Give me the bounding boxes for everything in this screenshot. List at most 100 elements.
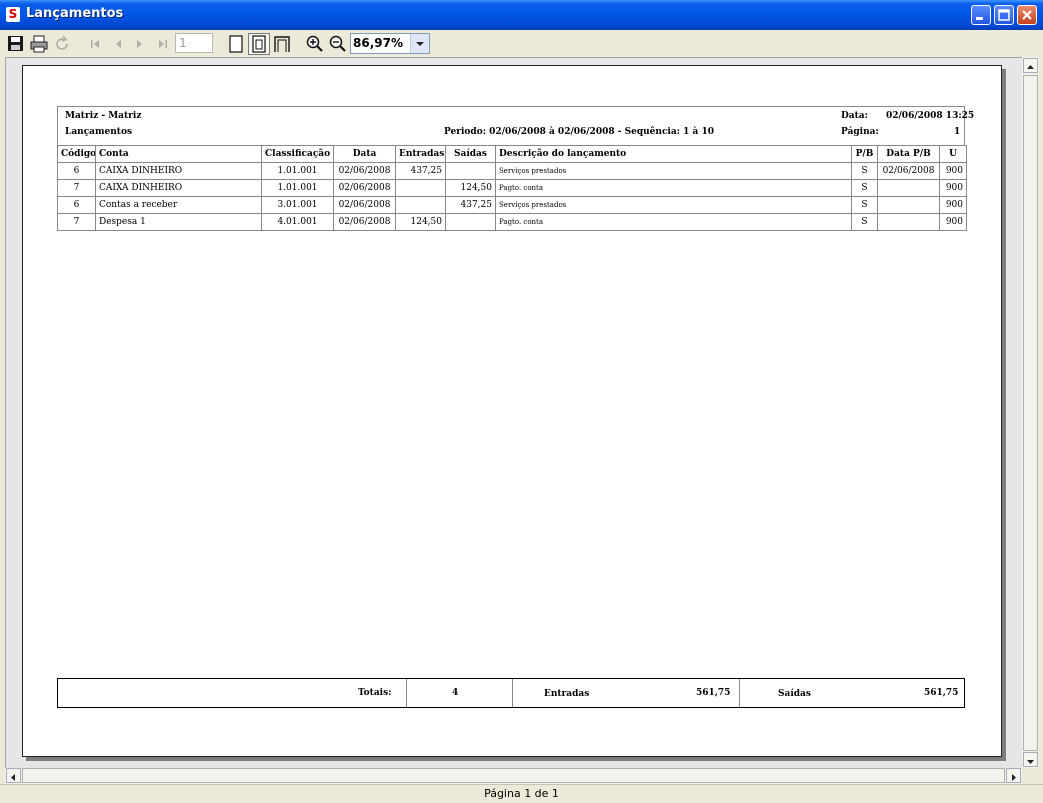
cell-classificacao: 1.01.001	[261, 162, 334, 180]
col-header-descricao: Descrição do lançamento	[495, 145, 852, 163]
vertical-scroll-thumb[interactable]	[1023, 75, 1038, 751]
zoom-dropdown-button[interactable]	[410, 34, 429, 53]
cell-pb: S	[851, 213, 878, 231]
cell-data: 02/06/2008	[333, 162, 396, 180]
cell-codigo: 6	[57, 162, 96, 180]
zoom-in-button[interactable]	[304, 33, 326, 55]
company-name: Matriz - Matriz	[65, 111, 142, 121]
col-header-u: U	[939, 145, 967, 163]
cell-conta: CAIXA DINHEIRO	[95, 162, 262, 180]
cell-entradas: 124,50	[395, 213, 446, 231]
zoom-select[interactable]: 86,97%	[350, 33, 430, 54]
table-row: 6 Contas a receber 3.01.001 02/06/2008 4…	[57, 196, 967, 214]
cell-entradas	[395, 196, 446, 214]
cell-saidas: 437,25	[445, 196, 496, 214]
cell-data: 02/06/2008	[333, 179, 396, 197]
horizontal-scrollbar[interactable]	[5, 768, 1022, 784]
print-button[interactable]	[28, 33, 50, 55]
report-preview-window: S Lançamentos 1 86,97% Matriz - Matriz L…	[0, 0, 1043, 803]
maximize-button[interactable]	[994, 5, 1014, 25]
arrow-right-icon	[1012, 774, 1016, 781]
col-header-saidas: Saídas	[445, 145, 496, 163]
cell-entradas: 437,25	[395, 162, 446, 180]
col-header-data: Data	[333, 145, 396, 163]
refresh-button[interactable]	[51, 33, 73, 55]
cell-codigo: 7	[57, 213, 96, 231]
cell-saidas: 124,50	[445, 179, 496, 197]
zoom-out-icon	[329, 35, 346, 52]
cell-classificacao: 3.01.001	[261, 196, 334, 214]
scroll-left-button[interactable]	[6, 768, 21, 783]
cell-u: 900	[939, 213, 967, 231]
cell-data-pb: 02/06/2008	[877, 162, 940, 180]
first-page-button[interactable]	[84, 33, 106, 55]
page-label: Página:	[841, 127, 879, 137]
report-page: Matriz - Matriz Lançamentos Periodo: 02/…	[22, 65, 1002, 757]
previous-page-button[interactable]	[107, 33, 129, 55]
single-page-view-button[interactable]	[225, 33, 247, 55]
close-button[interactable]	[1017, 5, 1037, 25]
chevron-down-icon	[416, 42, 424, 46]
cell-data-pb	[877, 213, 940, 231]
preview-viewport[interactable]: Matriz - Matriz Lançamentos Periodo: 02/…	[5, 57, 1023, 769]
save-button[interactable]	[5, 33, 27, 55]
page-width-view-button[interactable]	[248, 33, 270, 55]
cell-u: 900	[939, 179, 967, 197]
scroll-right-button[interactable]	[1006, 768, 1021, 783]
entries-table: Código Conta Classificação Data Entradas…	[57, 145, 967, 231]
full-width-view-button[interactable]	[271, 33, 293, 55]
horizontal-scroll-thumb[interactable]	[22, 768, 1005, 783]
totals-divider	[406, 679, 407, 707]
last-page-button[interactable]	[152, 33, 174, 55]
table-row: 7 Despesa 1 4.01.001 02/06/2008 124,50 P…	[57, 213, 967, 231]
cell-entradas	[395, 179, 446, 197]
cell-descricao: Pagto. conta	[495, 179, 852, 197]
cell-descricao: Serviços prestados	[495, 196, 852, 214]
totals-bar: Totais: 4 Entradas 561,75 Saídas 561,75	[57, 678, 965, 708]
scroll-up-button[interactable]	[1023, 58, 1038, 73]
scroll-down-button[interactable]	[1023, 752, 1038, 767]
cell-u: 900	[939, 162, 967, 180]
col-header-pb: P/B	[851, 145, 878, 163]
zoom-out-button[interactable]	[327, 33, 349, 55]
cell-codigo: 6	[57, 196, 96, 214]
cell-conta: Contas a receber	[95, 196, 262, 214]
cell-classificacao: 4.01.001	[261, 213, 334, 231]
totals-entradas-label: Entradas	[544, 689, 590, 699]
cell-saidas	[445, 162, 496, 180]
report-subtitle: Lançamentos	[65, 127, 133, 137]
cell-saidas	[445, 213, 496, 231]
previous-icon	[116, 40, 121, 48]
totals-saidas-value: 561,75	[924, 688, 959, 698]
cell-pb: S	[851, 162, 878, 180]
cell-conta: CAIXA DINHEIRO	[95, 179, 262, 197]
report-header: Matriz - Matriz Lançamentos Periodo: 02/…	[57, 106, 974, 146]
totals-count: 4	[452, 688, 459, 698]
vertical-scrollbar[interactable]	[1022, 57, 1039, 768]
minimize-button[interactable]	[971, 5, 991, 25]
cell-pb: S	[851, 179, 878, 197]
cell-descricao: Pagto. conta	[495, 213, 852, 231]
zoom-in-icon	[306, 35, 323, 52]
col-header-data-pb: Data P/B	[877, 145, 940, 163]
status-bar: Página 1 de 1	[0, 784, 1043, 803]
cell-codigo: 7	[57, 179, 96, 197]
totals-saidas-label: Saídas	[778, 689, 811, 699]
next-page-button[interactable]	[129, 33, 151, 55]
page-value: 1	[954, 127, 961, 137]
page-number-input[interactable]: 1	[175, 33, 213, 53]
cell-data-pb	[877, 179, 940, 197]
col-header-classificacao: Classificação	[261, 145, 334, 163]
title-bar[interactable]: S Lançamentos	[0, 0, 1043, 30]
cell-descricao: Serviços prestados	[495, 162, 852, 180]
refresh-icon	[56, 35, 68, 50]
cell-conta: Despesa 1	[95, 213, 262, 231]
page-status: Página 1 de 1	[484, 787, 559, 800]
totals-divider	[739, 679, 740, 707]
totals-divider	[512, 679, 513, 707]
next-icon	[137, 40, 142, 48]
cell-data-pb	[877, 196, 940, 214]
last-page-icon	[159, 40, 167, 48]
maximize-icon	[998, 9, 1010, 21]
arrow-up-icon	[1027, 65, 1034, 69]
